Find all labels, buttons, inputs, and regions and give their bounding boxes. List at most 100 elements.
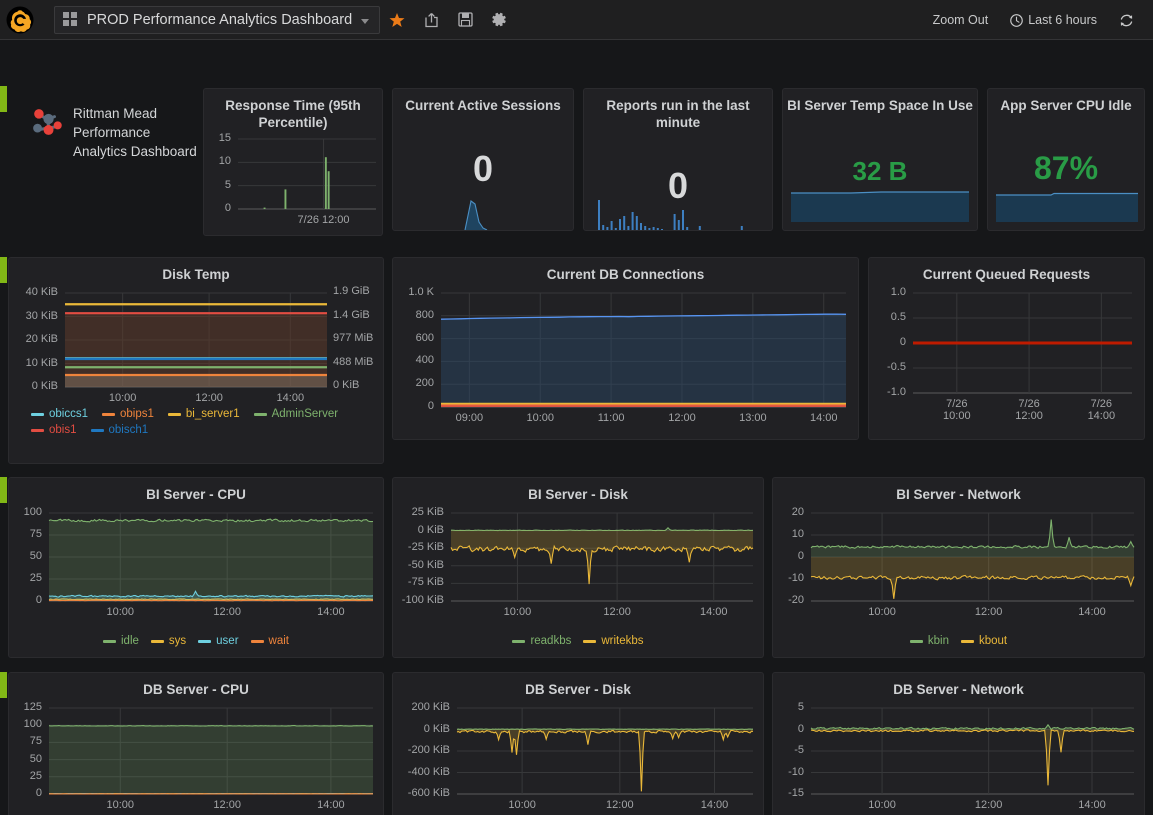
graph-plot-area[interactable]: 5 0 -5 -10 -15 10:00 12:00 14:00 xyxy=(773,698,1144,815)
series-area xyxy=(451,530,753,585)
graph-plot-area[interactable]: 25 KiB 0 KiB -25 KiB -50 KiB -75 KiB -100 KiB… xyxy=(393,503,763,625)
legend-item[interactable]: kbout xyxy=(960,635,1007,647)
dashboard-picker[interactable]: PROD Performance Analytics Dashboard xyxy=(54,5,381,34)
y-axis-tick-label: 50 xyxy=(29,752,42,765)
share-button[interactable] xyxy=(414,0,448,40)
legend-item[interactable]: readkbs xyxy=(512,635,571,647)
series-line xyxy=(450,544,754,585)
y-axis-tick-label: -25 KiB xyxy=(407,541,444,554)
spark-bar xyxy=(686,227,689,230)
panel-title: Current DB Connections xyxy=(546,267,705,282)
panel-current-db-connections[interactable]: Current DB Connections 1.0 K 800 600 400 200… xyxy=(392,257,859,440)
panel-app-server-cpu-idle[interactable]: App Server CPU Idle 87% xyxy=(987,88,1145,231)
legend-item[interactable]: wait xyxy=(250,635,289,647)
legend-label: writekbs xyxy=(601,635,644,647)
sparkline xyxy=(791,188,969,222)
legend-item[interactable]: idle xyxy=(103,635,139,647)
legend-label: obisch1 xyxy=(108,424,149,436)
x-axis-tick-label: 10:00 xyxy=(508,799,536,811)
graph-legend[interactable]: kbin kbout xyxy=(773,635,1144,647)
y-axis-tick-label: 0 KiB xyxy=(417,523,444,536)
x-axis-tick-label: 12:00 xyxy=(213,606,241,618)
spark-bar xyxy=(656,228,659,230)
y-axis-tick-label: 0 xyxy=(427,400,434,412)
panel-current-active-sessions[interactable]: Current Active Sessions 0 xyxy=(392,88,574,231)
star-button[interactable] xyxy=(380,0,414,40)
legend-item[interactable]: user xyxy=(198,635,239,647)
row-marker-3[interactable] xyxy=(0,477,7,503)
series-line xyxy=(810,729,1135,786)
legend-item[interactable]: obiccs1 xyxy=(31,408,88,420)
graph-plot-area[interactable]: 1.0 K 800 600 400 200 0 09:00 10:00 11:00 12:00 13… xyxy=(393,283,858,433)
graph-plot-area[interactable]: 200 KiB 0 KiB -200 KiB -400 KiB -600 KiB 10:0… xyxy=(393,698,763,815)
save-button[interactable] xyxy=(448,0,482,40)
row-marker-4[interactable] xyxy=(0,672,7,698)
x-axis-tick-label: 14:00 xyxy=(699,606,728,618)
y-axis-tick-label: 25 xyxy=(29,572,42,584)
panel-db-server-network[interactable]: DB Server - Network 5 0 -5 -10 -15 10:00 12:00… xyxy=(772,672,1145,815)
x-axis-tick-label: 7/26 14:00 xyxy=(1087,398,1116,422)
y-axis-tick-label: -15 xyxy=(788,787,804,799)
series-line xyxy=(451,526,754,532)
grafana-logo-icon[interactable] xyxy=(0,0,40,40)
panel-response-time[interactable]: Response Time (95th Percentile) 15 10 5 0 7/… xyxy=(203,88,383,236)
x-axis-tick-label: 7/26 12:00 xyxy=(297,214,350,226)
legend-item[interactable]: writekbs xyxy=(583,635,644,647)
legend-swatch xyxy=(253,412,267,416)
panel-db-server-cpu[interactable]: DB Server - CPU 125 100 75 50 25 0 10:00 12:00 1… xyxy=(8,672,384,815)
row-marker-2[interactable] xyxy=(0,257,7,283)
graph-plot-area[interactable]: 125 100 75 50 25 0 10:00 12:00 14:00 xyxy=(9,698,383,815)
legend-label: sys xyxy=(168,635,187,647)
spark-bar xyxy=(602,225,605,230)
spark-bar xyxy=(682,210,684,230)
legend-item[interactable]: bi_server1 xyxy=(167,408,240,420)
legend-swatch xyxy=(512,639,526,643)
panel-title: BI Server Temp Space In Use xyxy=(787,98,973,113)
legend-item[interactable]: AdminServer xyxy=(253,408,338,420)
graph-legend[interactable]: obiccs1 obips1 bi_server1 AdminServer obis1 o… xyxy=(9,408,383,436)
spark-bar xyxy=(614,228,617,230)
panel-db-server-disk[interactable]: DB Server - Disk 200 KiB 0 KiB -200 KiB -40… xyxy=(392,672,764,815)
rittman-mead-molecule-logo xyxy=(33,109,62,135)
graph-plot-area[interactable]: 40 KiB 30 KiB 20 KiB 10 KiB 0 KiB 1.9 GiB 1.4 … xyxy=(9,283,383,413)
y-axis-right-tick-label: 1.9 GiB xyxy=(333,285,370,297)
top-navbar: PROD Performance Analytics Dashboard Zoo… xyxy=(0,0,1153,40)
y-axis-tick-label: 20 KiB xyxy=(25,333,58,345)
legend-item[interactable]: obis1 xyxy=(31,424,77,436)
chevron-down-icon[interactable] xyxy=(361,19,370,24)
panel-disk-temp[interactable]: Disk Temp 40 KiB 30 KiB 20 KiB 10 KiB 0 KiB 1… xyxy=(8,257,384,464)
panel-bi-server-cpu[interactable]: BI Server - CPU 100 75 50 25 0 10:00 12:00 14:0… xyxy=(8,477,384,658)
legend-item[interactable]: obips1 xyxy=(102,408,154,420)
graph-plot-area[interactable]: 15 10 5 0 7/26 12:00 xyxy=(204,131,382,231)
time-range-picker[interactable]: Last 6 hours xyxy=(999,0,1108,40)
legend-item[interactable]: obisch1 xyxy=(90,424,149,436)
graph-legend[interactable]: readkbs writekbs xyxy=(393,635,763,647)
y-axis-tick-label: -10 xyxy=(788,765,804,778)
panel-reports-run-last-minute[interactable]: Reports run in the last minute 0 xyxy=(583,88,773,231)
series-area xyxy=(811,519,1134,557)
row-marker-1[interactable] xyxy=(0,86,7,112)
panel-bi-server-network[interactable]: BI Server - Network 20 10 0 -10 -20 10:00 12:0… xyxy=(772,477,1145,658)
legend-item[interactable]: kbin xyxy=(909,635,949,647)
zoom-out-button[interactable]: Zoom Out xyxy=(922,0,1000,40)
panel-bi-server-disk[interactable]: BI Server - Disk 25 KiB 0 KiB -25 KiB -50 K… xyxy=(392,477,764,658)
x-axis-tick-label: 14:00 xyxy=(1078,799,1106,811)
graph-legend[interactable]: idle sys user wait xyxy=(9,635,383,647)
sparkline xyxy=(393,188,573,230)
graph-plot-area[interactable]: 100 75 50 25 0 10:00 12:00 14:00 xyxy=(9,503,383,625)
settings-button[interactable] xyxy=(482,0,516,40)
panel-current-queued-requests[interactable]: Current Queued Requests 1.0 0.5 0 -0.5 -1.0 7… xyxy=(868,257,1145,440)
panel-bi-server-temp-space[interactable]: BI Server Temp Space In Use 32 B xyxy=(782,88,978,231)
series-line xyxy=(48,599,373,602)
legend-swatch xyxy=(909,639,923,643)
y-axis-tick-label: 0 xyxy=(797,722,804,735)
legend-swatch xyxy=(31,412,44,416)
y-axis-tick-label: 75 xyxy=(29,528,42,540)
graph-plot-area[interactable]: 20 10 0 -10 -20 10:00 12:00 14:00 xyxy=(773,503,1144,625)
chart-svg xyxy=(48,707,374,795)
x-axis-tick-label: 12:00 xyxy=(213,799,241,811)
legend-item[interactable]: sys xyxy=(150,635,187,647)
refresh-button[interactable] xyxy=(1108,0,1145,40)
graph-plot-area[interactable]: 1.0 0.5 0 -0.5 -1.0 7/26 10:00 7/26 12:00 7/26 14:… xyxy=(869,283,1144,433)
dashboard-canvas: Rittman Mead Performance Analytics Dashb… xyxy=(0,40,1153,815)
